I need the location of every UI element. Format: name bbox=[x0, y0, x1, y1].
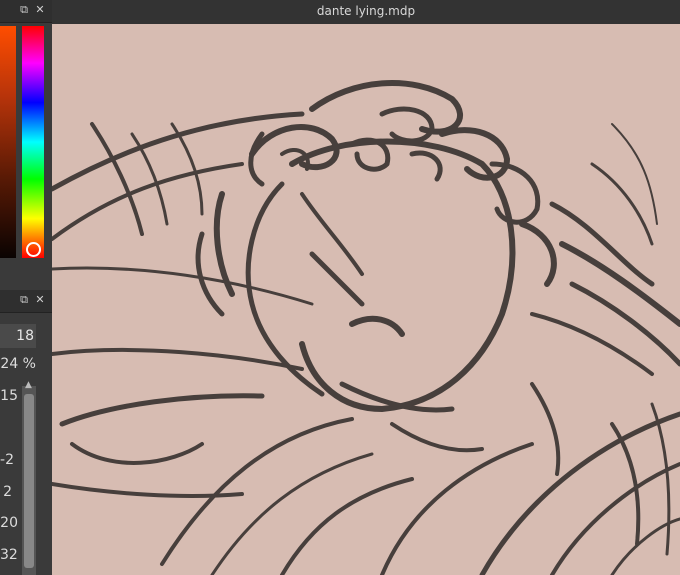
close-icon[interactable]: ✕ bbox=[34, 294, 46, 306]
brush-list-item[interactable]: 2 bbox=[0, 484, 12, 500]
drawing-canvas[interactable] bbox=[52, 24, 680, 575]
undock-icon[interactable]: ⧉ bbox=[18, 294, 30, 306]
sketch-strokes bbox=[52, 80, 680, 575]
brush-list-item[interactable]: 20 bbox=[0, 515, 18, 531]
scroll-up-icon[interactable]: ▲ bbox=[25, 380, 32, 390]
brush-opacity-value[interactable]: 24 % bbox=[0, 356, 36, 372]
brush-list-scroll-thumb[interactable] bbox=[24, 394, 34, 568]
left-panel: ⧉ ✕ ⧉ ✕ 18 24 % ▲ 15 -2 2 20 32 bbox=[0, 0, 52, 575]
color-saturation-square[interactable] bbox=[0, 26, 16, 258]
document-title-bar: dante lying.mdp bbox=[52, 0, 680, 25]
hue-slider[interactable] bbox=[22, 26, 44, 258]
brush-list-item[interactable]: -2 bbox=[0, 452, 14, 468]
document-title: dante lying.mdp bbox=[316, 4, 416, 18]
color-panel-header: ⧉ ✕ bbox=[0, 0, 52, 23]
hue-slider-handle[interactable] bbox=[26, 242, 41, 257]
undock-icon[interactable]: ⧉ bbox=[18, 4, 30, 16]
brush-panel-header: ⧉ ✕ bbox=[0, 290, 52, 313]
brush-list-item[interactable]: 15 bbox=[0, 388, 18, 404]
brush-size-field[interactable]: 18 bbox=[0, 324, 36, 348]
close-icon[interactable]: ✕ bbox=[34, 4, 46, 16]
brush-list-item[interactable]: 32 bbox=[0, 547, 18, 563]
